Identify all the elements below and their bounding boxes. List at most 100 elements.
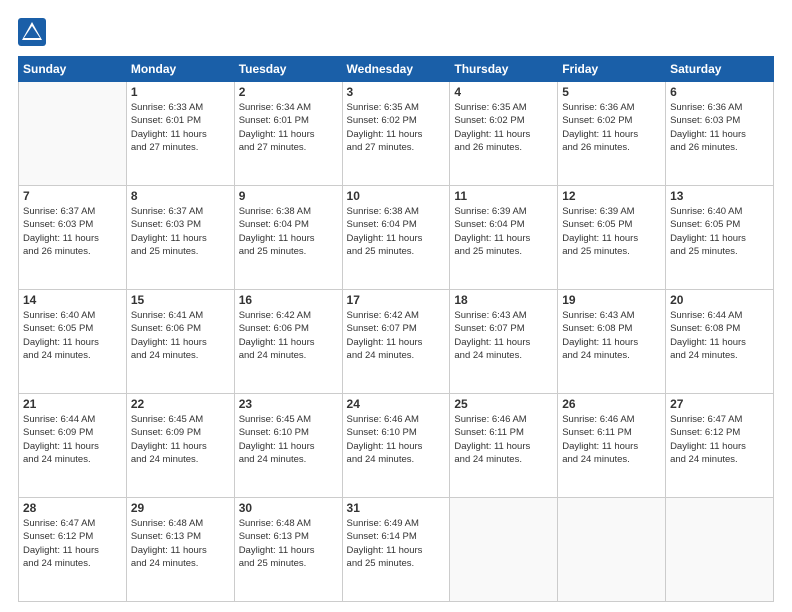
day-content: Sunrise: 6:42 AM Sunset: 6:07 PM Dayligh… — [347, 309, 446, 362]
day-content: Sunrise: 6:46 AM Sunset: 6:11 PM Dayligh… — [454, 413, 553, 466]
calendar-day-21: 21Sunrise: 6:44 AM Sunset: 6:09 PM Dayli… — [19, 394, 127, 498]
calendar-empty-cell — [666, 498, 774, 602]
calendar-day-6: 6Sunrise: 6:36 AM Sunset: 6:03 PM Daylig… — [666, 82, 774, 186]
day-number: 8 — [131, 189, 230, 203]
day-number: 29 — [131, 501, 230, 515]
calendar-table: SundayMondayTuesdayWednesdayThursdayFrid… — [18, 56, 774, 602]
day-content: Sunrise: 6:36 AM Sunset: 6:02 PM Dayligh… — [562, 101, 661, 154]
calendar-day-11: 11 Sunrise: 6:39 AM Sunset: 6:04 PM Dayli… — [450, 186, 558, 290]
day-content: Sunrise: 6:39 AM Sunset: 6:04 PM Dayligh… — [454, 205, 553, 258]
day-number: 2 — [239, 85, 338, 99]
calendar-day-27: 27 Sunrise: 6:47 AM Sunset: 6:12 PM Dayli… — [666, 394, 774, 498]
logo-icon — [18, 18, 46, 46]
day-number: 3 — [347, 85, 446, 99]
calendar-day-20: 20 Sunrise: 6:44 AM Sunset: 6:08 PM Dayli… — [666, 290, 774, 394]
calendar-day-30: 30 Sunrise: 6:48 AM Sunset: 6:13 PM Dayli… — [234, 498, 342, 602]
calendar-day-17: 17 Sunrise: 6:42 AM Sunset: 6:07 PM Dayli… — [342, 290, 450, 394]
day-content: Sunrise: 6:39 AM Sunset: 6:05 PM Dayligh… — [562, 205, 661, 258]
calendar-week-row: 1Sunrise: 6:33 AM Sunset: 6:01 PM Daylig… — [19, 82, 774, 186]
weekday-header-saturday: Saturday — [666, 57, 774, 82]
calendar-day-4: 4 Sunrise: 6:35 AM Sunset: 6:02 PM Daylig… — [450, 82, 558, 186]
day-number: 11 — [454, 189, 553, 203]
day-content: Sunrise: 6:44 AM Sunset: 6:09 PM Dayligh… — [23, 413, 122, 466]
day-content: Sunrise: 6:40 AM Sunset: 6:05 PM Dayligh… — [670, 205, 769, 258]
day-number: 13 — [670, 189, 769, 203]
calendar-empty-cell — [450, 498, 558, 602]
day-content: Sunrise: 6:42 AM Sunset: 6:06 PM Dayligh… — [239, 309, 338, 362]
day-number: 16 — [239, 293, 338, 307]
day-number: 18 — [454, 293, 553, 307]
day-content: Sunrise: 6:41 AM Sunset: 6:06 PM Dayligh… — [131, 309, 230, 362]
weekday-header-row: SundayMondayTuesdayWednesdayThursdayFrid… — [19, 57, 774, 82]
day-content: Sunrise: 6:48 AM Sunset: 6:13 PM Dayligh… — [239, 517, 338, 570]
calendar-week-row: 7 Sunrise: 6:37 AM Sunset: 6:03 PM Daylig… — [19, 186, 774, 290]
day-number: 26 — [562, 397, 661, 411]
calendar-day-25: 25 Sunrise: 6:46 AM Sunset: 6:11 PM Dayli… — [450, 394, 558, 498]
calendar-day-22: 22Sunrise: 6:45 AM Sunset: 6:09 PM Dayli… — [126, 394, 234, 498]
day-content: Sunrise: 6:43 AM Sunset: 6:07 PM Dayligh… — [454, 309, 553, 362]
calendar-day-3: 3 Sunrise: 6:35 AM Sunset: 6:02 PM Daylig… — [342, 82, 450, 186]
calendar-day-19: 19Sunrise: 6:43 AM Sunset: 6:08 PM Dayli… — [558, 290, 666, 394]
calendar-day-12: 12Sunrise: 6:39 AM Sunset: 6:05 PM Dayli… — [558, 186, 666, 290]
calendar-week-row: 14 Sunrise: 6:40 AM Sunset: 6:05 PM Dayli… — [19, 290, 774, 394]
day-content: Sunrise: 6:44 AM Sunset: 6:08 PM Dayligh… — [670, 309, 769, 362]
day-content: Sunrise: 6:45 AM Sunset: 6:10 PM Dayligh… — [239, 413, 338, 466]
calendar-day-29: 29 Sunrise: 6:48 AM Sunset: 6:13 PM Dayli… — [126, 498, 234, 602]
calendar-day-26: 26 Sunrise: 6:46 AM Sunset: 6:11 PM Dayli… — [558, 394, 666, 498]
day-content: Sunrise: 6:49 AM Sunset: 6:14 PM Dayligh… — [347, 517, 446, 570]
day-content: Sunrise: 6:35 AM Sunset: 6:02 PM Dayligh… — [347, 101, 446, 154]
day-number: 7 — [23, 189, 122, 203]
day-content: Sunrise: 6:48 AM Sunset: 6:13 PM Dayligh… — [131, 517, 230, 570]
day-content: Sunrise: 6:47 AM Sunset: 6:12 PM Dayligh… — [670, 413, 769, 466]
calendar-day-7: 7 Sunrise: 6:37 AM Sunset: 6:03 PM Daylig… — [19, 186, 127, 290]
day-number: 22 — [131, 397, 230, 411]
header — [18, 18, 774, 46]
calendar-day-15: 15Sunrise: 6:41 AM Sunset: 6:06 PM Dayli… — [126, 290, 234, 394]
day-content: Sunrise: 6:37 AM Sunset: 6:03 PM Dayligh… — [23, 205, 122, 258]
day-content: Sunrise: 6:38 AM Sunset: 6:04 PM Dayligh… — [347, 205, 446, 258]
calendar-day-10: 10 Sunrise: 6:38 AM Sunset: 6:04 PM Dayli… — [342, 186, 450, 290]
calendar-day-23: 23 Sunrise: 6:45 AM Sunset: 6:10 PM Dayli… — [234, 394, 342, 498]
weekday-header-friday: Friday — [558, 57, 666, 82]
day-content: Sunrise: 6:46 AM Sunset: 6:11 PM Dayligh… — [562, 413, 661, 466]
weekday-header-sunday: Sunday — [19, 57, 127, 82]
day-number: 9 — [239, 189, 338, 203]
day-number: 28 — [23, 501, 122, 515]
day-content: Sunrise: 6:35 AM Sunset: 6:02 PM Dayligh… — [454, 101, 553, 154]
calendar-week-row: 28Sunrise: 6:47 AM Sunset: 6:12 PM Dayli… — [19, 498, 774, 602]
weekday-header-thursday: Thursday — [450, 57, 558, 82]
calendar-week-row: 21Sunrise: 6:44 AM Sunset: 6:09 PM Dayli… — [19, 394, 774, 498]
day-number: 5 — [562, 85, 661, 99]
calendar-day-31: 31 Sunrise: 6:49 AM Sunset: 6:14 PM Dayli… — [342, 498, 450, 602]
day-number: 19 — [562, 293, 661, 307]
calendar-day-9: 9 Sunrise: 6:38 AM Sunset: 6:04 PM Daylig… — [234, 186, 342, 290]
day-content: Sunrise: 6:40 AM Sunset: 6:05 PM Dayligh… — [23, 309, 122, 362]
day-content: Sunrise: 6:37 AM Sunset: 6:03 PM Dayligh… — [131, 205, 230, 258]
day-number: 30 — [239, 501, 338, 515]
day-number: 31 — [347, 501, 446, 515]
calendar-day-24: 24 Sunrise: 6:46 AM Sunset: 6:10 PM Dayli… — [342, 394, 450, 498]
day-number: 24 — [347, 397, 446, 411]
day-number: 27 — [670, 397, 769, 411]
day-number: 23 — [239, 397, 338, 411]
day-content: Sunrise: 6:33 AM Sunset: 6:01 PM Dayligh… — [131, 101, 230, 154]
day-content: Sunrise: 6:38 AM Sunset: 6:04 PM Dayligh… — [239, 205, 338, 258]
calendar-day-5: 5 Sunrise: 6:36 AM Sunset: 6:02 PM Daylig… — [558, 82, 666, 186]
day-content: Sunrise: 6:46 AM Sunset: 6:10 PM Dayligh… — [347, 413, 446, 466]
day-number: 14 — [23, 293, 122, 307]
day-number: 4 — [454, 85, 553, 99]
day-content: Sunrise: 6:34 AM Sunset: 6:01 PM Dayligh… — [239, 101, 338, 154]
day-number: 20 — [670, 293, 769, 307]
weekday-header-tuesday: Tuesday — [234, 57, 342, 82]
weekday-header-monday: Monday — [126, 57, 234, 82]
calendar-day-8: 8 Sunrise: 6:37 AM Sunset: 6:03 PM Daylig… — [126, 186, 234, 290]
logo — [18, 18, 50, 46]
day-number: 17 — [347, 293, 446, 307]
day-content: Sunrise: 6:36 AM Sunset: 6:03 PM Dayligh… — [670, 101, 769, 154]
day-number: 25 — [454, 397, 553, 411]
calendar-empty-cell — [558, 498, 666, 602]
day-number: 10 — [347, 189, 446, 203]
weekday-header-wednesday: Wednesday — [342, 57, 450, 82]
calendar-empty-cell — [19, 82, 127, 186]
page: SundayMondayTuesdayWednesdayThursdayFrid… — [0, 0, 792, 612]
